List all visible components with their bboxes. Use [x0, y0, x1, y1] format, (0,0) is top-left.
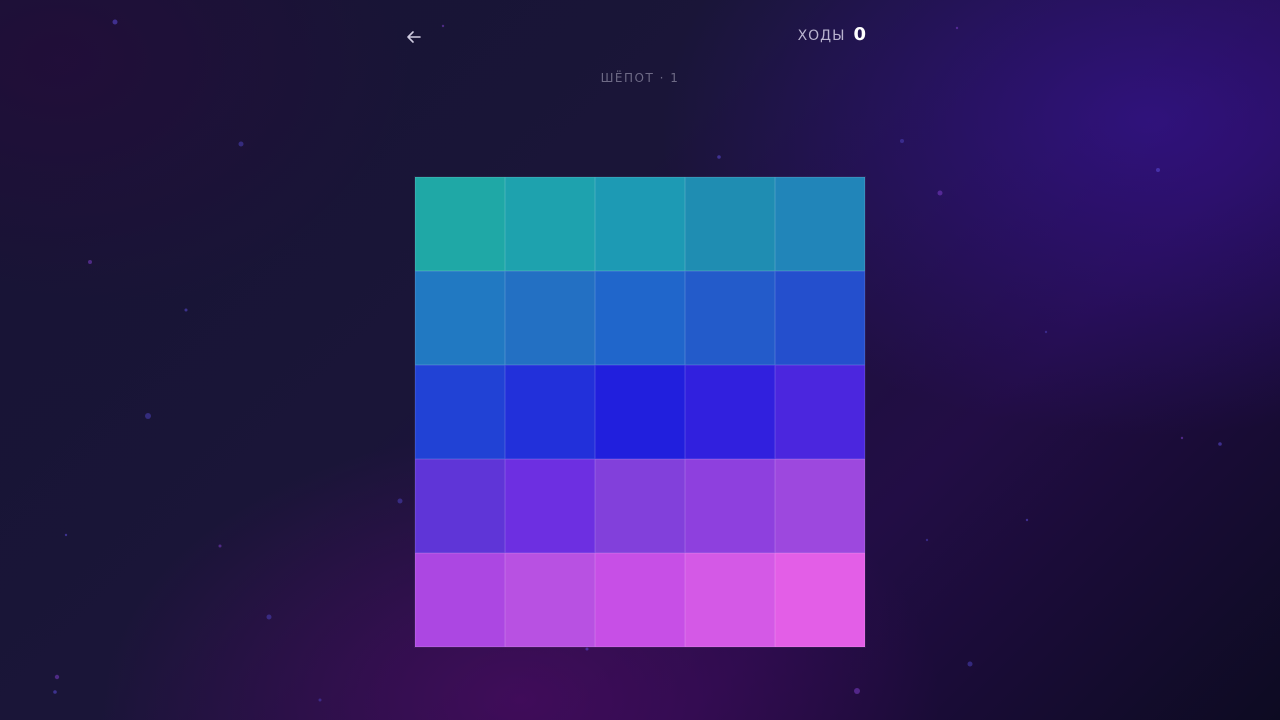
color-tile-r2-c3[interactable]: [595, 271, 685, 365]
color-puzzle-board: [415, 177, 865, 647]
star-dot: [54, 674, 60, 680]
moves-label: ХОДЫ: [797, 28, 846, 44]
star-dot: [184, 308, 188, 312]
color-tile-r5-c5[interactable]: [775, 553, 865, 647]
color-tile-r5-c4[interactable]: [685, 553, 775, 647]
color-tile-r5-c2[interactable]: [505, 553, 595, 647]
star-dot: [955, 26, 959, 30]
star-dot: [53, 690, 57, 694]
star-dot: [900, 139, 904, 143]
star-dot: [397, 498, 403, 504]
color-tile-r2-c5[interactable]: [775, 271, 865, 365]
level-label: ШЁПОТ · 1: [600, 71, 680, 85]
color-tile-r2-c2[interactable]: [505, 271, 595, 365]
color-tile-r3-c4[interactable]: [685, 365, 775, 459]
star-dot: [854, 688, 860, 694]
color-tile-r1-c2[interactable]: [505, 177, 595, 271]
star-dot: [238, 141, 244, 147]
color-tile-r3-c5[interactable]: [775, 365, 865, 459]
color-tile-r4-c2[interactable]: [505, 459, 595, 553]
star-dot: [1044, 330, 1048, 334]
star-dot: [88, 260, 92, 264]
color-tile-r3-c2[interactable]: [505, 365, 595, 459]
star-dot: [1156, 168, 1160, 172]
color-tile-r4-c5[interactable]: [775, 459, 865, 553]
color-tile-r1-c1[interactable]: [415, 177, 505, 271]
color-tile-r4-c3[interactable]: [595, 459, 685, 553]
back-button[interactable]: [402, 25, 426, 49]
color-tile-r2-c1[interactable]: [415, 271, 505, 365]
star-dot: [64, 533, 68, 537]
color-tile-r1-c3[interactable]: [595, 177, 685, 271]
moves-counter: ХОДЫ 0: [798, 24, 866, 45]
star-dot: [937, 190, 943, 196]
color-tile-r5-c3[interactable]: [595, 553, 685, 647]
star-dot: [585, 647, 589, 651]
star-dot: [967, 661, 973, 667]
color-tile-r4-c4[interactable]: [685, 459, 775, 553]
color-tile-r3-c1[interactable]: [415, 365, 505, 459]
star-dot: [112, 19, 118, 25]
star-dot: [266, 614, 272, 620]
star-dot: [441, 24, 445, 28]
star-dot: [145, 413, 151, 419]
star-dot: [925, 538, 929, 542]
star-dot: [1180, 436, 1184, 440]
star-dot: [1218, 442, 1222, 446]
color-tile-r1-c5[interactable]: [775, 177, 865, 271]
color-tile-r5-c1[interactable]: [415, 553, 505, 647]
moves-value: 0: [853, 24, 866, 45]
star-dot: [717, 155, 721, 159]
star-dot: [318, 698, 322, 702]
color-tile-r4-c1[interactable]: [415, 459, 505, 553]
color-tile-r3-c3[interactable]: [595, 365, 685, 459]
color-tile-r1-c4[interactable]: [685, 177, 775, 271]
star-dot: [218, 544, 222, 548]
arrow-left-icon: [407, 31, 421, 43]
star-dot: [1025, 518, 1029, 522]
color-tile-r2-c4[interactable]: [685, 271, 775, 365]
